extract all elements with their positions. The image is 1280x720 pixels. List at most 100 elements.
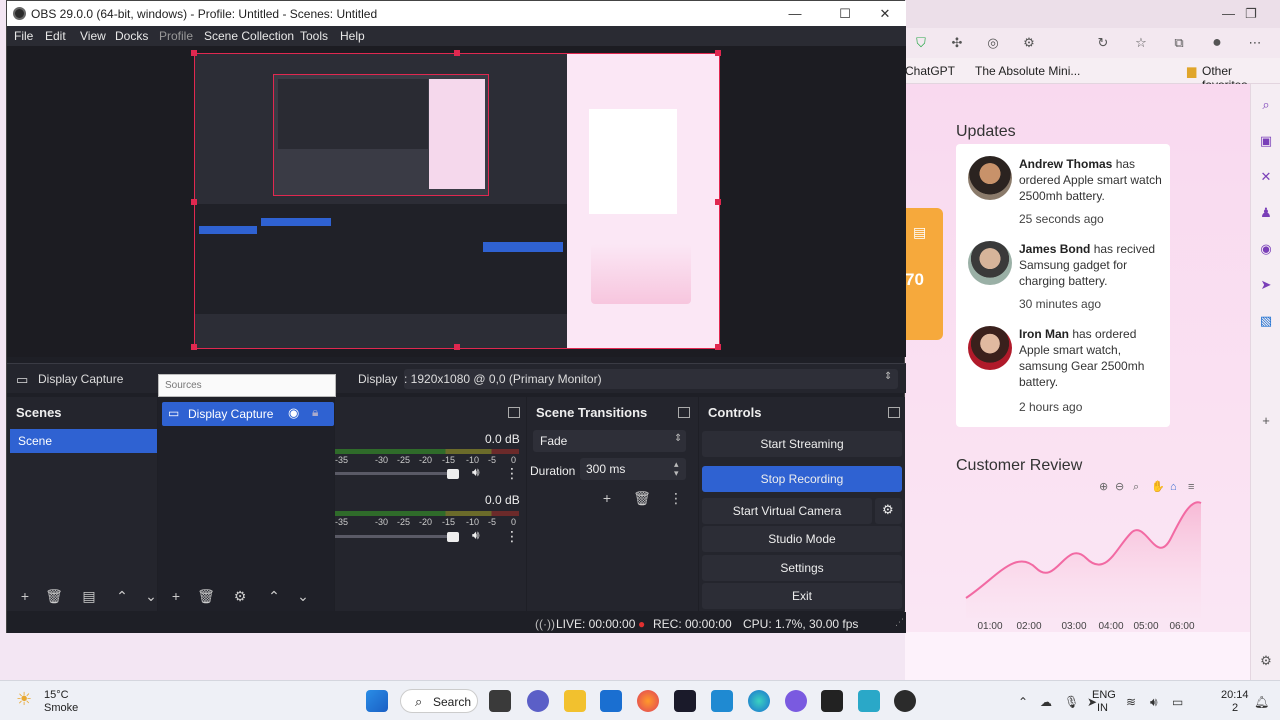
microphone-icon[interactable]: 🎙︎ [1064,695,1079,709]
tray-chevron-icon[interactable]: ⌃ [1018,695,1028,709]
more-icon[interactable]: ⋮ [505,528,519,545]
minimize-icon[interactable]: — [775,4,815,24]
weather-temp[interactable]: 15°C [44,689,69,701]
volume-icon[interactable]: 🔊︎ [1150,695,1158,710]
remove-source-button[interactable]: 🗑︎ [196,587,216,605]
resize-handle[interactable] [715,50,721,56]
pan-icon[interactable]: ✋ [1151,480,1165,493]
notion-icon[interactable] [821,690,843,712]
source-list-item[interactable]: ▭ Display Capture ◉ 🔒︎ [162,402,334,426]
start-icon[interactable] [366,690,388,712]
search-icon[interactable]: ⌕ [1259,98,1273,112]
scene-filter-button[interactable]: ▤ [79,587,99,605]
outlook-icon[interactable]: ▧ [1259,314,1273,328]
edge-icon[interactable] [748,690,770,712]
extension2-icon[interactable]: ⚙ [1021,35,1037,51]
resize-handle[interactable] [191,50,197,56]
resize-handle[interactable] [191,344,197,350]
close-icon[interactable]: ✕ [865,4,905,24]
clock-date[interactable]: 2 [1232,702,1238,714]
wifi-icon[interactable]: ≋ [1126,695,1136,709]
add-transition-button[interactable]: + [597,489,617,507]
display-select[interactable]: : 1920x1080 @ 0,0 (Primary Monitor) ⇕ [404,369,898,389]
bookmark-chatgpt[interactable]: ChatGPT [905,64,955,78]
start-virtual-camera-button[interactable]: Start Virtual Camera [702,498,872,524]
scene-up-button[interactable]: ⌃ [112,587,132,605]
menu-help[interactable]: Help [340,29,365,43]
sidebar-settings-icon[interactable]: ⚙ [1259,654,1273,668]
duration-spinbox[interactable]: 300 ms ▴ ▾ [580,458,686,480]
notification-icon[interactable]: 🔔︎ [1254,695,1269,709]
language-line1[interactable]: ENG [1092,689,1116,701]
weather-icon[interactable]: ☀ [16,689,32,710]
collections-icon[interactable]: ⧉ [1171,35,1187,51]
resize-handle[interactable] [715,199,721,205]
profile-icon[interactable]: ● [1209,35,1225,51]
file-explorer-icon[interactable] [564,690,586,712]
exit-button[interactable]: Exit [702,583,902,609]
stop-recording-button[interactable]: Stop Recording [702,466,902,492]
settings-button[interactable]: Settings [702,555,902,581]
language-line2[interactable]: IN [1097,702,1108,714]
task-view-icon[interactable] [489,690,511,712]
clock-time[interactable]: 20:14 [1221,689,1249,701]
add-source-button[interactable]: + [166,587,186,605]
circle-icon[interactable]: ◉ [1259,242,1273,256]
maximize-icon[interactable]: ☐ [825,4,865,24]
resize-handle[interactable] [454,344,460,350]
target-icon[interactable]: ◎ [985,35,1001,51]
app-icon[interactable] [674,690,696,712]
battery-icon[interactable]: ▭ [1172,695,1183,709]
extension-icon[interactable]: ✣ [949,35,965,51]
mixer-float-icon[interactable] [508,407,520,418]
weather-desc[interactable]: Smoke [44,702,78,714]
eye-icon[interactable]: ◉ [288,405,299,421]
cloud-icon[interactable]: ☁ [1040,695,1052,709]
firefox-icon[interactable] [637,690,659,712]
speaker-icon[interactable]: 🔊︎ [472,528,480,543]
add-scene-button[interactable]: + [15,587,35,605]
menu-profile[interactable]: Profile [159,29,193,43]
teams-icon[interactable] [527,690,549,712]
tools-icon[interactable]: ✕ [1259,170,1273,184]
taskbar-search[interactable]: ⌕ Search [400,689,478,713]
volume-slider-knob[interactable] [447,469,459,479]
menu-docks[interactable]: Docks [115,29,148,43]
lock-icon[interactable]: 🔒︎ [312,405,318,420]
transitions-float-icon[interactable] [678,407,690,418]
browser-restore-icon[interactable]: ❐ [1245,6,1257,22]
zoom-out-icon[interactable]: ⊖ [1115,481,1124,493]
resize-handle[interactable] [191,199,197,205]
source-properties-button[interactable]: ⚙ [230,587,250,605]
start-streaming-button[interactable]: Start Streaming [702,431,902,457]
source-down-button[interactable]: ⌄ [293,587,313,605]
person-icon[interactable]: ♟ [1259,206,1273,220]
obs-taskbar-icon[interactable] [894,690,916,712]
speaker-icon[interactable]: 🔊︎ [472,465,480,480]
volume-slider[interactable] [335,535,455,538]
vscode-icon[interactable] [711,690,733,712]
bag-icon[interactable]: ▣ [1259,134,1273,148]
discord-icon[interactable] [785,690,807,712]
calendar-icon[interactable] [600,690,622,712]
resize-handle[interactable] [715,344,721,350]
transition-more-button[interactable]: ⋮ [666,489,686,507]
star-icon[interactable]: ☆ [1133,35,1149,51]
refresh-icon[interactable]: ↻ [1095,35,1111,51]
scene-down-button[interactable]: ⌄ [141,587,161,605]
volume-slider[interactable] [335,472,455,475]
remove-transition-button[interactable]: 🗑︎ [632,489,652,507]
scene-list-item[interactable]: Scene [10,429,157,453]
more-icon[interactable]: ⋯ [1247,35,1263,51]
add-icon[interactable]: + [1259,414,1273,428]
menu-file[interactable]: File [14,29,33,43]
shield-icon[interactable]: ⛉ [913,35,929,51]
spinbox-arrows-icon[interactable]: ▴ ▾ [674,460,679,478]
controls-float-icon[interactable] [888,407,900,418]
home-icon[interactable]: ⌂ [1170,481,1177,493]
zoom-select-icon[interactable]: ⌕ [1133,481,1139,493]
zoom-in-icon[interactable]: ⊕ [1099,481,1108,493]
source-up-button[interactable]: ⌃ [264,587,284,605]
resize-grip-icon[interactable]: ⋰ [895,617,904,628]
browser-minimize-icon[interactable]: — [1222,6,1235,21]
